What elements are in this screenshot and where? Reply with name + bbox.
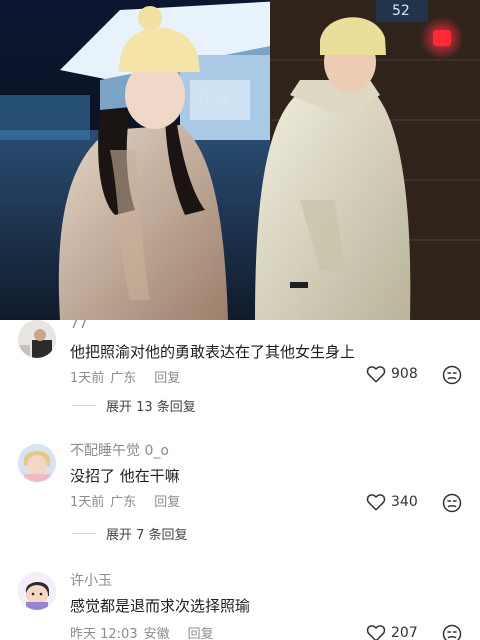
heart-outline-icon <box>366 494 386 511</box>
avatar-image <box>18 444 56 482</box>
comment-meta: 1天前 广东 回复 <box>70 367 186 386</box>
frown-face-icon <box>442 493 462 513</box>
like-button[interactable]: 908 <box>366 365 418 383</box>
like-button[interactable]: 207 <box>366 624 418 640</box>
comment-location: 广东 <box>110 371 137 386</box>
comment-location: 广东 <box>110 495 137 510</box>
avatar[interactable] <box>18 320 56 358</box>
video-scene: 林 海 52 <box>0 0 480 320</box>
reply-button[interactable]: 回复 <box>154 495 180 510</box>
avatar-image <box>18 572 56 610</box>
comment-meta: 1天前 广东 回复 <box>70 491 186 510</box>
comment-username[interactable]: 77 <box>70 320 88 332</box>
dislike-button[interactable] <box>442 365 462 385</box>
house-number: 52 <box>392 3 410 19</box>
avatar[interactable] <box>18 444 56 482</box>
avatar-image <box>18 320 56 358</box>
frown-face-icon <box>442 624 462 640</box>
like-count: 207 <box>391 625 418 640</box>
sign-text: 林 海 <box>197 93 229 109</box>
reply-button[interactable]: 回复 <box>154 371 180 386</box>
expand-divider <box>72 533 96 534</box>
expand-replies-label: 展开 7 条回复 <box>106 528 188 543</box>
expand-replies-button[interactable]: 展开 13 条回复 <box>72 396 196 415</box>
comment-text: 没招了 他在干嘛 <box>70 467 180 485</box>
expand-replies-label: 展开 13 条回复 <box>106 400 196 415</box>
comment-username[interactable]: 许小玉 <box>70 570 112 590</box>
video-frame[interactable]: 林 海 52 <box>0 0 480 320</box>
comment-time: 1天前 <box>70 495 105 510</box>
dislike-button[interactable] <box>442 624 462 640</box>
heart-outline-icon <box>366 625 386 640</box>
like-count: 340 <box>391 494 418 510</box>
comment-location: 安徽 <box>143 627 170 640</box>
like-button[interactable]: 340 <box>366 493 418 511</box>
reply-button[interactable]: 回复 <box>188 627 214 640</box>
like-count: 908 <box>391 366 418 382</box>
expand-replies-button[interactable]: 展开 7 条回复 <box>72 524 188 543</box>
comment-list: 77 他把照渝对他的勇敢表达在了其他女生身上 1天前 广东 回复 908 展开 13… <box>0 320 480 640</box>
comment-username[interactable]: 不配睡午觉 0_o <box>70 440 169 460</box>
dislike-button[interactable] <box>442 493 462 513</box>
comment-time: 昨天 12:03 <box>70 627 138 640</box>
frown-face-icon <box>442 365 462 385</box>
heart-outline-icon <box>366 366 386 383</box>
comment-time: 1天前 <box>70 371 105 386</box>
avatar[interactable] <box>18 572 56 610</box>
expand-divider <box>72 405 96 406</box>
comment-text: 他把照渝对他的勇敢表达在了其他女生身上 <box>70 343 356 361</box>
comment-meta: 昨天 12:03 安徽 回复 <box>70 623 220 640</box>
comment-text: 感觉都是退而求次选择照瑜 <box>70 597 251 615</box>
